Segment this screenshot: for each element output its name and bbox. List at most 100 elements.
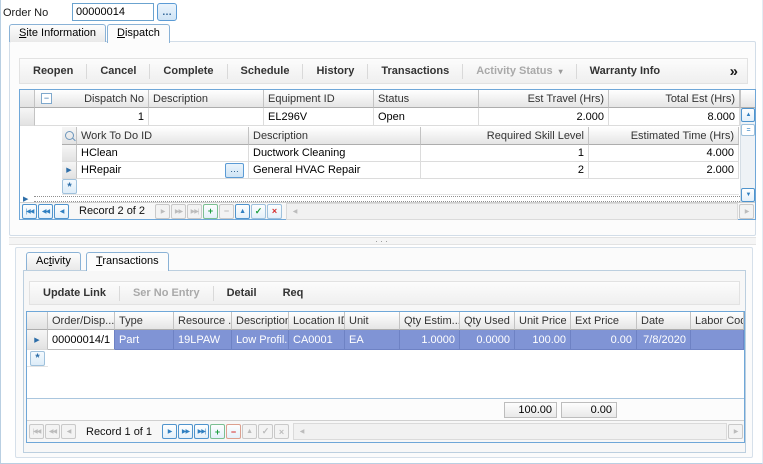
- nav-next-page-button[interactable]: ▶▶: [178, 424, 194, 439]
- new-row[interactable]: *: [27, 350, 48, 367]
- table-row[interactable]: ▶ HRepair… General HVAC Repair 2 2.000: [62, 162, 739, 179]
- tab-transactions[interactable]: Transactions: [86, 252, 169, 271]
- cell-detail-description[interactable]: Ductwork Cleaning: [249, 145, 421, 162]
- new-row[interactable]: *: [62, 179, 739, 195]
- schedule-button[interactable]: Schedule: [228, 59, 303, 83]
- cell-estimated-time[interactable]: 2.000: [589, 162, 739, 179]
- update-link-button[interactable]: Update Link: [30, 282, 119, 304]
- column-header-resource[interactable]: Resource ...: [174, 312, 232, 330]
- column-header-estimated-time[interactable]: Estimated Time (Hrs): [589, 127, 739, 145]
- cell-est-travel[interactable]: 2.000: [479, 108, 609, 126]
- column-header-status[interactable]: Status: [374, 90, 479, 108]
- cell-unit[interactable]: EA: [345, 330, 400, 350]
- scroll-down-icon[interactable]: ▼: [741, 188, 755, 202]
- transactions-button[interactable]: Transactions: [368, 59, 462, 83]
- warranty-info-button[interactable]: Warranty Info: [577, 59, 674, 83]
- column-header-dispatch-no[interactable]: Dispatch No: [35, 90, 149, 108]
- cell-type[interactable]: Part: [115, 330, 174, 350]
- nav-append-button[interactable]: +: [210, 424, 226, 439]
- cell-qty-estimated[interactable]: 1.0000: [400, 330, 460, 350]
- column-header-type[interactable]: Type: [115, 312, 174, 330]
- nav-post-button[interactable]: ✓: [251, 203, 267, 219]
- detail-button[interactable]: Detail: [214, 282, 270, 304]
- grid-header-row: Dispatch No Description Equipment ID Sta…: [20, 90, 740, 108]
- cell-order-disp[interactable]: 00000014/1: [48, 330, 115, 350]
- cell-date[interactable]: 7/8/2020: [637, 330, 691, 350]
- column-header-detail-description[interactable]: Description: [249, 127, 421, 145]
- table-row[interactable]: HClean Ductwork Cleaning 1 4.000: [62, 145, 739, 162]
- scroll-right-icon[interactable]: ▶: [728, 424, 743, 439]
- column-header-ext-price[interactable]: Ext Price: [571, 312, 637, 330]
- cell-work-to-do-id[interactable]: HRepair…: [77, 162, 249, 179]
- cell-status[interactable]: Open: [374, 108, 479, 126]
- nav-prev-button[interactable]: ◀: [54, 203, 69, 219]
- table-row-selected[interactable]: ▶ 00000014/1 Part 19LPAW Low Profil... C…: [27, 330, 744, 350]
- column-header-location-id[interactable]: Location ID: [289, 312, 345, 330]
- panel-splitter-handle[interactable]: ···: [9, 235, 756, 246]
- column-header-date[interactable]: Date: [637, 312, 691, 330]
- column-header-equipment-id[interactable]: Equipment ID: [264, 90, 374, 108]
- cell-browse-button[interactable]: …: [225, 162, 244, 178]
- cell-location-id[interactable]: CA0001: [289, 330, 345, 350]
- cell-detail-description[interactable]: General HVAC Repair: [249, 162, 421, 179]
- cell-required-skill-level[interactable]: 1: [421, 145, 589, 162]
- vertical-scrollbar[interactable]: ▲ = ▼: [740, 108, 755, 202]
- column-header-qty-used[interactable]: Qty Used: [460, 312, 515, 330]
- column-header-required-skill-level[interactable]: Required Skill Level: [421, 127, 589, 145]
- column-header-est-travel[interactable]: Est Travel (Hrs): [479, 90, 609, 108]
- nav-last-button[interactable]: ▶▶|: [194, 424, 210, 439]
- column-header-work-to-do-id[interactable]: Work To Do ID: [77, 127, 249, 145]
- column-header-qty-estimated[interactable]: Qty Estim...: [400, 312, 460, 330]
- nav-first-button[interactable]: |◀◀: [22, 203, 37, 219]
- column-header-order-disp[interactable]: Order/Disp...: [48, 312, 115, 330]
- cell-unit-price[interactable]: 100.00: [515, 330, 571, 350]
- scroll-left-icon[interactable]: ◀: [287, 204, 302, 219]
- cell-work-to-do-id[interactable]: HClean: [77, 145, 249, 162]
- cell-total-est[interactable]: 8.000: [609, 108, 740, 126]
- collapse-row-icon[interactable]: −: [41, 93, 52, 104]
- column-header-total-est[interactable]: Total Est (Hrs): [609, 90, 740, 108]
- cancel-button[interactable]: Cancel: [87, 59, 149, 83]
- scrollbar-thumb[interactable]: =: [741, 124, 755, 136]
- cell-qty-used[interactable]: 0.0000: [460, 330, 515, 350]
- nav-cancel-edit-button[interactable]: ×: [267, 203, 283, 219]
- cell-ext-price[interactable]: 0.00: [571, 330, 637, 350]
- scroll-right-icon[interactable]: ▶: [739, 203, 754, 219]
- history-button[interactable]: History: [303, 59, 367, 83]
- complete-button[interactable]: Complete: [150, 59, 226, 83]
- record-count-label: Record 1 of 1: [86, 425, 153, 438]
- column-header-unit[interactable]: Unit: [345, 312, 400, 330]
- cell-description[interactable]: [149, 108, 264, 126]
- toolbar-overflow-icon[interactable]: »: [721, 63, 747, 80]
- cell-labor-code[interactable]: [691, 330, 744, 350]
- cell-resource[interactable]: 19LPAW: [174, 330, 232, 350]
- cell-dispatch-no[interactable]: 1: [35, 108, 149, 126]
- order-no-input[interactable]: [72, 3, 154, 21]
- order-no-label: Order No: [3, 7, 49, 19]
- nav-edit-button[interactable]: ▲: [235, 203, 251, 219]
- column-header-description[interactable]: Description: [232, 312, 289, 330]
- cell-required-skill-level[interactable]: 2: [421, 162, 589, 179]
- nav-delete-button[interactable]: −: [226, 424, 242, 439]
- order-no-browse-button[interactable]: …: [157, 3, 177, 21]
- scroll-up-icon[interactable]: ▲: [741, 108, 755, 122]
- cell-equipment-id[interactable]: EL296V: [264, 108, 374, 126]
- req-button[interactable]: Req: [270, 282, 317, 304]
- horizontal-scrollbar[interactable]: ◀: [286, 202, 738, 220]
- tab-site-information[interactable]: Site Information: [9, 24, 107, 42]
- splitter-dots-icon: ···: [375, 235, 390, 246]
- cell-estimated-time[interactable]: 4.000: [589, 145, 739, 162]
- table-row[interactable]: 1 EL296V Open 2.000 8.000: [20, 108, 740, 126]
- horizontal-scrollbar[interactable]: ◀: [293, 423, 727, 440]
- scroll-left-icon[interactable]: ◀: [294, 424, 309, 439]
- nav-prev-page-button[interactable]: ◀◀: [38, 203, 53, 219]
- column-header-description[interactable]: Description: [149, 90, 264, 108]
- nav-next-button[interactable]: ▶: [162, 424, 178, 439]
- cell-description[interactable]: Low Profil...: [232, 330, 289, 350]
- nav-append-button[interactable]: +: [203, 203, 219, 219]
- tab-dispatch[interactable]: Dispatch: [107, 24, 170, 43]
- column-header-unit-price[interactable]: Unit Price: [515, 312, 571, 330]
- column-header-labor-code[interactable]: Labor Code: [691, 312, 744, 330]
- tab-activity[interactable]: Activity: [26, 252, 81, 270]
- reopen-button[interactable]: Reopen: [20, 59, 86, 83]
